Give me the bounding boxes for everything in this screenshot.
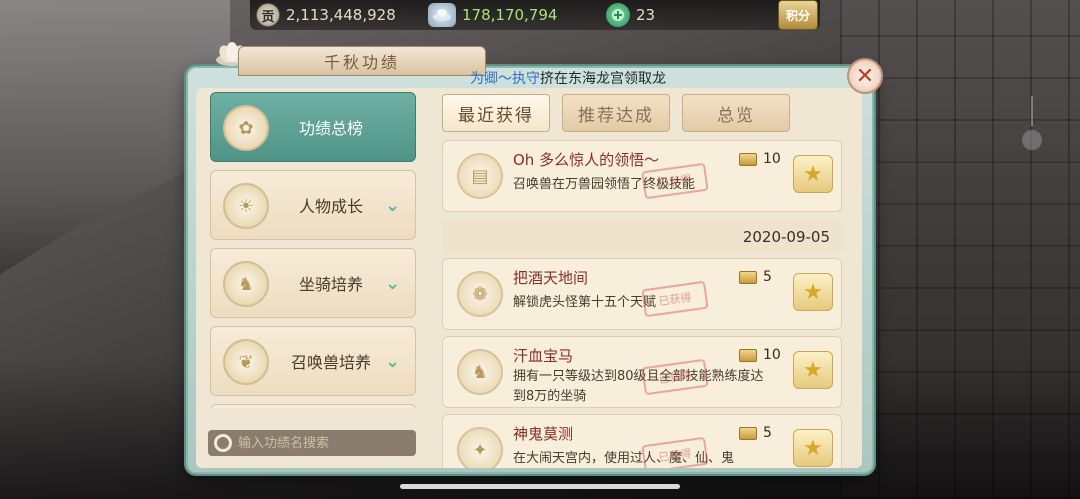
scroll-icon bbox=[739, 152, 757, 166]
broadcast-text: 挤在东海龙宫领取龙 bbox=[540, 71, 666, 87]
achievement-badge-icon: ▤ bbox=[457, 153, 503, 199]
achievement-points: 5 bbox=[739, 269, 772, 285]
chevron-down-icon: ⌄ bbox=[385, 195, 401, 216]
silver-amount: 178,170,794 bbox=[462, 6, 558, 24]
claim-reward-button[interactable]: ★ bbox=[793, 351, 833, 389]
achievement-card[interactable]: ❁ 把酒天地间 解锁虎头怪第十五个天赋 已获得 5 ★ bbox=[442, 258, 842, 330]
points-value: 5 bbox=[763, 425, 772, 441]
sidebar-item-label: 功绩总榜 bbox=[298, 119, 363, 138]
panel-title: 千秋功绩 bbox=[238, 46, 486, 76]
points-value: 5 bbox=[763, 269, 772, 285]
tribute-coin-icon: 贡 bbox=[256, 3, 280, 27]
sidebar-item-overall-ranking[interactable]: ✿ 功绩总榜 bbox=[210, 92, 416, 162]
claim-reward-button[interactable]: ★ bbox=[793, 273, 833, 311]
tab-bar: 最近获得 推荐达成 总览 bbox=[442, 94, 842, 134]
scroll-icon bbox=[739, 348, 757, 362]
achievement-badge-icon: ✦ bbox=[457, 427, 503, 468]
broadcast-marquee: 为卿～执守挤在东海龙宫领取龙 bbox=[470, 68, 870, 90]
currency-bar: 贡 2,113,448,928 178,170,794 23 bbox=[250, 0, 820, 30]
chevron-down-icon: ⌄ bbox=[385, 351, 401, 372]
achievement-card[interactable]: ♞ 汗血宝马 拥有一只等级达到80级且全部技能熟练度达到8万的坐骑 已获得 10… bbox=[442, 336, 842, 408]
achievement-points: 5 bbox=[739, 425, 772, 441]
silver-currency[interactable]: 178,170,794 bbox=[428, 3, 557, 27]
achievement-badge-icon: ♞ bbox=[457, 349, 503, 395]
sidebar-item-mount[interactable]: ♞ 坐骑培养 ⌄ bbox=[210, 248, 416, 318]
achievement-title: Oh 多么惊人的领悟～ bbox=[513, 151, 660, 169]
date-label: 2020-09-05 bbox=[742, 228, 830, 246]
achievement-title: 汗血宝马 bbox=[513, 347, 574, 365]
claim-reward-button[interactable]: ★ bbox=[793, 429, 833, 467]
search-icon bbox=[214, 434, 232, 452]
sidebar-item-label: 人物成长 bbox=[298, 197, 363, 216]
score-button[interactable]: 积分 bbox=[778, 0, 818, 30]
tab-recent[interactable]: 最近获得 bbox=[442, 94, 550, 132]
jade-icon bbox=[606, 3, 630, 27]
sidebar-item-label: 坐骑培养 bbox=[298, 275, 363, 294]
tab-overview[interactable]: 总览 bbox=[682, 94, 790, 132]
chevron-down-icon: ⌄ bbox=[385, 273, 401, 294]
obtained-stamp: 已获得 bbox=[641, 436, 709, 468]
sidebar-item-character-growth[interactable]: ☀ 人物成长 ⌄ bbox=[210, 170, 416, 240]
scroll-icon bbox=[739, 426, 757, 440]
sidebar-item-label: 召唤兽培养 bbox=[290, 353, 371, 372]
mount-icon: ♞ bbox=[223, 261, 269, 307]
achievement-title: 神鬼莫测 bbox=[513, 425, 574, 443]
character-growth-icon: ☀ bbox=[223, 183, 269, 229]
points-value: 10 bbox=[763, 347, 781, 363]
search-input[interactable] bbox=[238, 435, 408, 451]
home-indicator[interactable] bbox=[400, 484, 680, 489]
achievement-list[interactable]: ▤ Oh 多么惊人的领悟～ 召唤兽在万兽园领悟了终极技能 已获得 10 ★ 20… bbox=[442, 140, 842, 468]
points-value: 10 bbox=[763, 151, 781, 167]
sidebar-item-summon-beast[interactable]: ❦ 召唤兽培养 ⌄ bbox=[210, 326, 416, 396]
achievement-badge-icon: ❁ bbox=[457, 271, 503, 317]
tab-recommended[interactable]: 推荐达成 bbox=[562, 94, 670, 132]
sidebar-item-partial[interactable] bbox=[210, 404, 416, 408]
ranking-icon: ✿ bbox=[223, 105, 269, 151]
scroll-icon bbox=[739, 270, 757, 284]
achievement-card[interactable]: ✦ 神鬼莫测 在大闹天宫内，使用过人、魔、仙、鬼 已获得 5 ★ bbox=[442, 414, 842, 468]
tribute-currency[interactable]: 贡 2,113,448,928 bbox=[256, 3, 396, 27]
achievement-points: 10 bbox=[739, 151, 781, 167]
achievement-points: 10 bbox=[739, 347, 781, 363]
achievement-title: 把酒天地间 bbox=[513, 269, 589, 287]
hanging-bell-decoration bbox=[1022, 96, 1042, 150]
tribute-amount: 2,113,448,928 bbox=[286, 6, 396, 24]
achievement-card[interactable]: ▤ Oh 多么惊人的领悟～ 召唤兽在万兽园领悟了终极技能 已获得 10 ★ bbox=[442, 140, 842, 212]
achievement-search[interactable] bbox=[208, 430, 416, 456]
date-divider: 2020-09-05 bbox=[442, 220, 842, 254]
claim-reward-button[interactable]: ★ bbox=[793, 155, 833, 193]
silver-ingot-icon bbox=[428, 3, 456, 27]
summon-beast-icon: ❦ bbox=[223, 339, 269, 385]
close-button[interactable]: ✕ bbox=[847, 58, 883, 94]
close-icon: ✕ bbox=[855, 63, 875, 89]
broadcast-player[interactable]: 为卿～执守 bbox=[470, 71, 540, 87]
panel-title-text: 千秋功绩 bbox=[323, 53, 400, 72]
jade-currency[interactable]: 23 bbox=[606, 3, 655, 27]
jade-amount: 23 bbox=[636, 6, 656, 24]
category-sidebar: ✿ 功绩总榜 ☀ 人物成长 ⌄ ♞ 坐骑培养 ⌄ ❦ 召唤兽培养 ⌄ bbox=[210, 92, 416, 408]
